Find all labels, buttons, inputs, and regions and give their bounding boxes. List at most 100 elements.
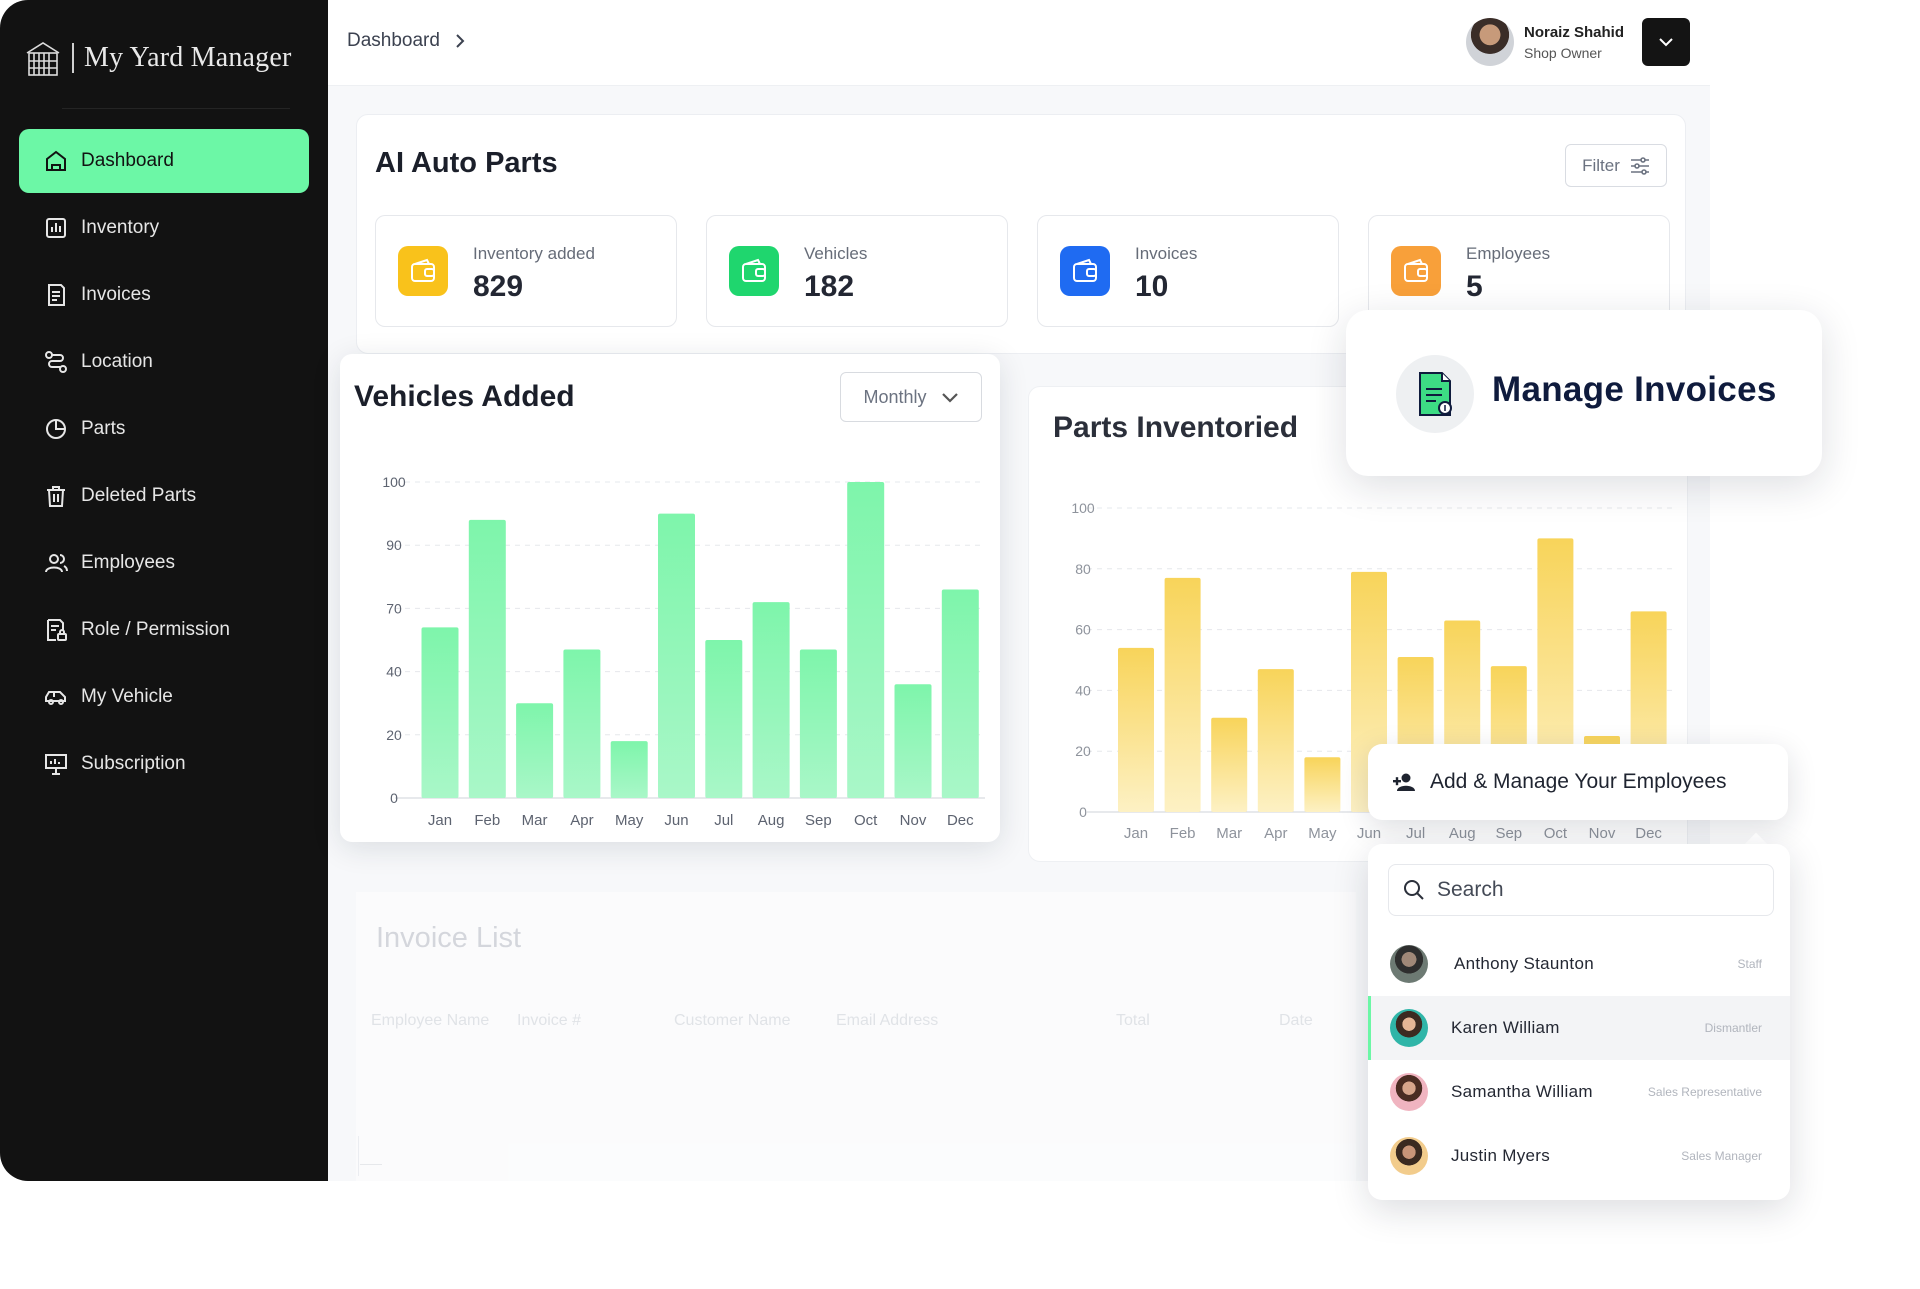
- employee-name: Karen William: [1451, 1018, 1560, 1037]
- sidebar-item-invoices[interactable]: Invoices: [19, 263, 309, 327]
- avatar: [1390, 1009, 1428, 1047]
- user-dropdown-button[interactable]: [1642, 18, 1690, 66]
- yard-logo-icon: [26, 42, 60, 76]
- bar: [1257, 669, 1294, 812]
- sidebar-item-label: Invoices: [81, 284, 151, 305]
- list-item[interactable]: Karen William Dismantler: [1368, 996, 1790, 1060]
- employee-role: Sales Manager: [1681, 1149, 1762, 1163]
- y-tick-label: 0: [390, 790, 398, 806]
- bar: [563, 649, 601, 798]
- bar: [847, 482, 885, 798]
- car-icon: [45, 691, 66, 705]
- list-item[interactable]: Anthony Staunton Staff: [1368, 932, 1790, 996]
- column-header: Invoice #: [517, 1012, 582, 1029]
- bar: [705, 640, 743, 798]
- y-tick-label: 40: [1075, 682, 1091, 698]
- list-item[interactable]: Samantha William Sales Representative: [1368, 1060, 1790, 1124]
- x-tick-label: Sep: [805, 812, 832, 829]
- y-tick-label: 20: [386, 727, 402, 743]
- x-tick-label: Dec: [947, 812, 974, 829]
- x-tick-label: Jun: [1357, 825, 1381, 842]
- x-tick-label: Jan: [1124, 825, 1148, 842]
- bar: [516, 703, 554, 798]
- chevron-right-icon: [456, 34, 465, 48]
- bar: [1164, 577, 1201, 812]
- sidebar-item-subscription[interactable]: Subscription: [19, 732, 309, 796]
- column-header: Total: [1116, 1012, 1150, 1029]
- invoice-list-card: Invoice List Employee Name Invoice # Cus…: [356, 892, 1356, 1182]
- x-tick-label: May: [615, 812, 644, 829]
- add-employees-label: Add & Manage Your Employees: [1430, 770, 1727, 793]
- sidebar-item-label: Location: [81, 351, 153, 372]
- employee-role: Staff: [1737, 957, 1762, 971]
- x-tick-label: Dec: [1635, 825, 1662, 842]
- bar: [1211, 717, 1248, 812]
- x-tick-label: Jul: [714, 812, 733, 829]
- user-role: Shop Owner: [1523, 44, 1602, 61]
- stat-card-inventory[interactable]: Inventory added 829: [375, 215, 677, 327]
- search-placeholder: Search: [1437, 878, 1504, 901]
- x-tick-label: Nov: [1589, 825, 1616, 842]
- y-tick-label: 70: [386, 600, 402, 616]
- filter-button[interactable]: Filter: [1565, 144, 1667, 187]
- sidebar-item-location[interactable]: Location: [19, 330, 309, 394]
- breadcrumb: Dashboard: [347, 30, 466, 52]
- sidebar-item-role-permission[interactable]: Role / Permission: [19, 598, 309, 662]
- avatar[interactable]: [1465, 18, 1514, 66]
- topbar: Dashboard Noraiz Shahid Shop Owner: [328, 0, 1710, 86]
- y-tick-label: 80: [1075, 561, 1091, 577]
- sidebar-item-label: Employees: [81, 552, 175, 573]
- stat-card-invoices[interactable]: Invoices 10: [1037, 215, 1339, 327]
- sidebar-item-deleted-parts[interactable]: Deleted Parts: [19, 464, 309, 528]
- breadcrumb-item[interactable]: Dashboard: [347, 30, 440, 52]
- sidebar-item-label: Dashboard: [81, 150, 174, 171]
- sidebar-item-employees[interactable]: Employees: [19, 531, 309, 595]
- vehicles-added-chart: 0 20 40 70 90 100 Jan Feb Mar Apr May Jun Jul Aug Sep O…: [382, 474, 985, 829]
- users-icon: [45, 554, 68, 573]
- x-tick-label: Aug: [1449, 825, 1476, 842]
- stat-card-vehicles[interactable]: Vehicles 182: [706, 215, 1008, 327]
- stat-value: 182: [804, 270, 855, 303]
- add-employees-button[interactable]: Add & Manage Your Employees: [1368, 744, 1788, 820]
- y-tick-label: 0: [1079, 804, 1087, 820]
- x-tick-label: Feb: [1170, 825, 1196, 842]
- manage-invoices-card[interactable]: Manage Invoices: [1346, 310, 1822, 476]
- column-header: Customer Name: [674, 1012, 791, 1029]
- x-tick-label: Mar: [522, 812, 548, 829]
- bar: [941, 589, 979, 798]
- bar: [1304, 757, 1341, 812]
- avatar: [1390, 945, 1428, 983]
- wallet-icon: [729, 246, 779, 296]
- x-tick-label: Sep: [1495, 825, 1522, 842]
- sidebar-item-parts[interactable]: Parts: [19, 397, 309, 461]
- x-tick-label: Nov: [900, 812, 927, 829]
- invoice-document-icon: [1396, 355, 1474, 433]
- stat-label: Employees: [1466, 244, 1551, 263]
- home-icon: [46, 150, 66, 171]
- user-menu: Noraiz Shahid Shop Owner: [1465, 18, 1690, 66]
- stat-value: 10: [1135, 270, 1169, 303]
- brand-divider: [72, 43, 74, 73]
- search-field[interactable]: Search: [1388, 864, 1774, 916]
- employee-name: Justin Myers: [1451, 1146, 1551, 1165]
- column-header: Email Address: [836, 1012, 939, 1029]
- divider: [358, 1136, 359, 1176]
- filter-label: Filter: [1582, 155, 1620, 175]
- bar: [752, 602, 790, 798]
- sidebar-item-label: Inventory: [81, 217, 160, 238]
- sidebar-item-label: Role / Permission: [81, 619, 230, 640]
- bar: [1118, 647, 1154, 812]
- sidebar-item-my-vehicle[interactable]: My Vehicle: [19, 665, 309, 729]
- sidebar-item-inventory[interactable]: Inventory: [19, 196, 309, 260]
- employee-role: Dismantler: [1704, 1021, 1762, 1035]
- y-tick-label: 40: [386, 664, 402, 680]
- list-item[interactable]: Justin Myers Sales Manager: [1368, 1124, 1790, 1188]
- avatar: [1390, 1137, 1428, 1175]
- search-icon: [1404, 880, 1424, 900]
- sidebar-item-label: Subscription: [81, 753, 186, 774]
- stat-label: Invoices: [1135, 244, 1198, 263]
- brand[interactable]: My Yard Manager: [24, 38, 292, 78]
- sidebar-nav: Dashboard Inventory Invoices Location Pa…: [19, 129, 309, 799]
- sidebar-item-dashboard[interactable]: Dashboard: [19, 129, 309, 193]
- bar: [658, 513, 695, 798]
